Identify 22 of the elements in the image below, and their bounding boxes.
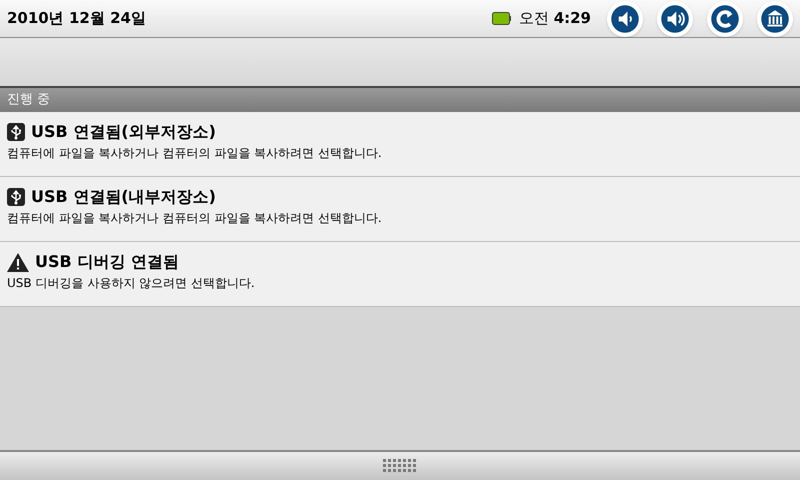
notification-text: USB 디버깅을 사용하지 않으려면 선택합니다. xyxy=(7,275,256,292)
clock-text: 오전 4:29 xyxy=(518,8,591,30)
volume-up-button[interactable] xyxy=(657,0,693,36)
notification-text: 컴퓨터에 파일을 복사하거나 컴퓨터의 파일을 복사하려면 선택합니다. xyxy=(7,145,383,162)
grip-icon xyxy=(383,459,417,473)
section-title: 진행 중 xyxy=(7,91,50,110)
date-text: 2010년 12월 24일 xyxy=(7,8,146,30)
battery-icon xyxy=(492,12,511,25)
drawer-handle-bar[interactable] xyxy=(0,450,800,480)
notification-item[interactable]: USB 연결됨(내부저장소) 컴퓨터에 파일을 복사하거나 컴퓨터의 파일을 복사하려면 선택합니다. xyxy=(0,177,800,242)
notification-title: USB 디버깅 연결됨 xyxy=(35,251,179,273)
notification-item[interactable]: USB 연결됨(외부저장소) 컴퓨터에 파일을 복사하거나 컴퓨터의 파일을 복사하려면 선택합니다. xyxy=(0,112,800,177)
notification-title: USB 연결됨(내부저장소) xyxy=(31,186,216,208)
warning-icon xyxy=(7,252,29,272)
back-button[interactable] xyxy=(707,0,743,36)
notification-text: 컴퓨터에 파일을 복사하거나 컴퓨터의 파일을 복사하려면 선택합니다. xyxy=(7,210,383,227)
notification-item[interactable]: USB 디버깅 연결됨 USB 디버깅을 사용하지 않으려면 선택합니다. xyxy=(0,242,800,307)
volume-down-button[interactable] xyxy=(607,0,643,36)
usb-icon xyxy=(7,188,25,206)
home-button[interactable] xyxy=(757,0,793,36)
notification-title: USB 연결됨(외부저장소) xyxy=(31,121,216,143)
usb-icon xyxy=(7,123,25,141)
